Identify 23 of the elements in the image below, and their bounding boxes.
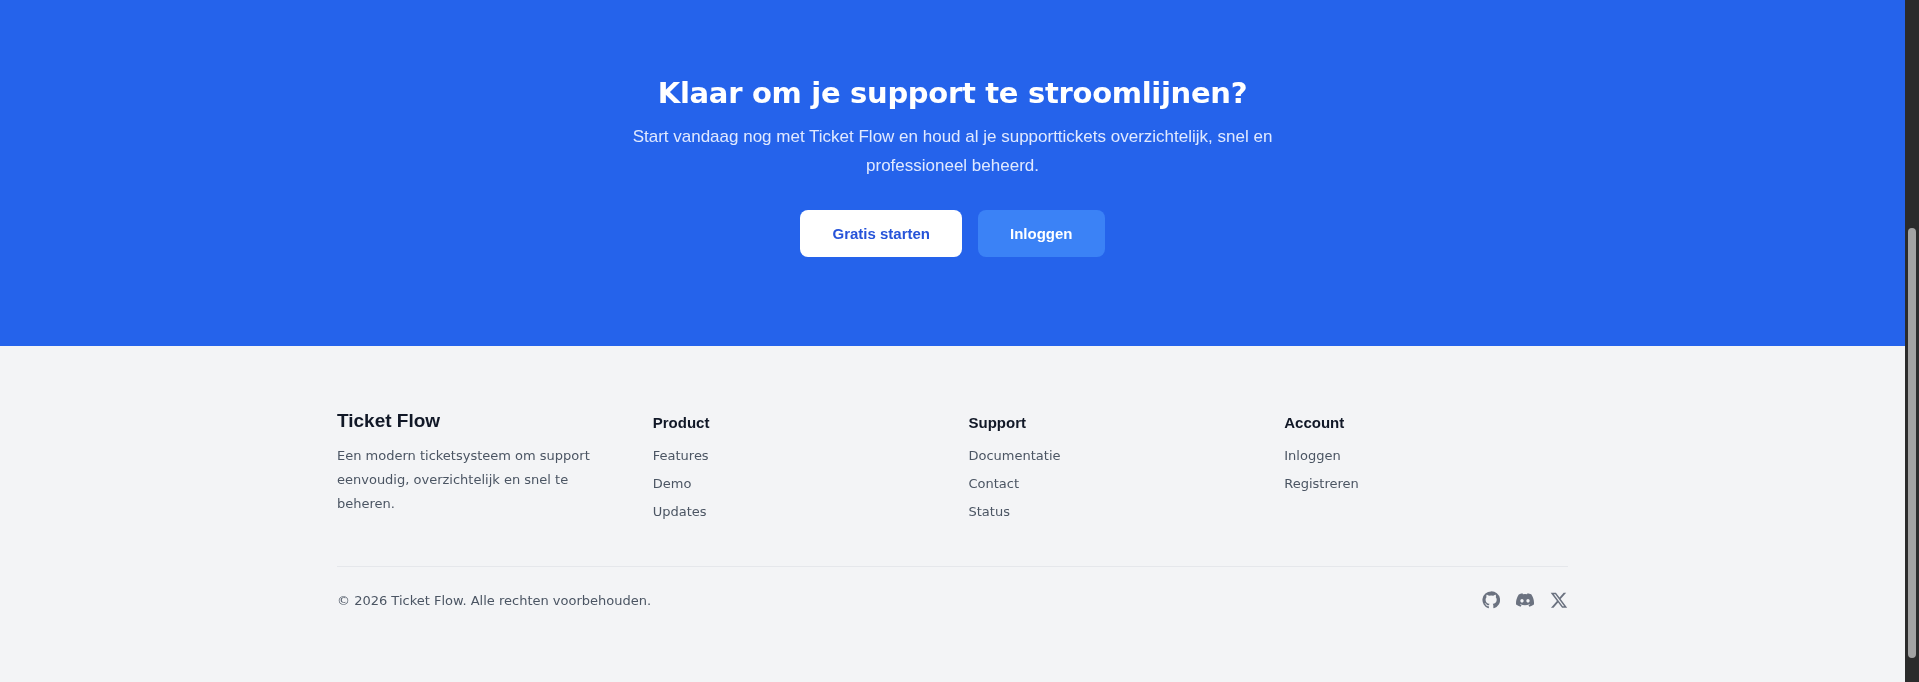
login-button[interactable]: Inloggen xyxy=(978,210,1105,257)
scrollbar[interactable] xyxy=(1905,0,1919,682)
brand-name: Ticket Flow xyxy=(337,410,442,432)
footer-link[interactable]: Contact xyxy=(968,473,1020,494)
footer-link[interactable]: Inloggen xyxy=(1284,445,1341,466)
game-controller-icon[interactable] xyxy=(1516,591,1534,609)
column-heading: Product xyxy=(652,414,711,431)
footer-link[interactable]: Updates xyxy=(652,501,707,522)
octocat-icon[interactable] xyxy=(1482,591,1500,609)
x-icon[interactable] xyxy=(1550,591,1568,609)
footer-link[interactable]: Registreren xyxy=(1284,473,1359,494)
column-heading: Support xyxy=(968,414,1027,431)
start-button[interactable]: Gratis starten xyxy=(800,210,962,257)
copyright-text: © 2026 Ticket Flow. Alle rechten voorbehouden. xyxy=(337,592,652,608)
footer-link[interactable]: Features xyxy=(652,445,709,466)
footer-link[interactable]: Demo xyxy=(652,473,692,494)
footer-link[interactable]: Status xyxy=(968,501,1010,522)
cta-subtitle: Start vandaag nog met Ticket Flow en houd al je supporttickets overzichtelijk, snel en professioneel beheerd. xyxy=(631,126,1274,177)
footer-link[interactable]: Documentatie xyxy=(968,445,1061,466)
brand-description: Een modern ticketsysteem om support eenvoudig, overzichtelijk en snel te beheren. xyxy=(337,447,591,513)
cta-title: Klaar om je support te stroomlijnen? xyxy=(657,76,1248,110)
scrollbar-thumb[interactable] xyxy=(1908,228,1916,658)
column-heading: Account xyxy=(1284,414,1346,431)
